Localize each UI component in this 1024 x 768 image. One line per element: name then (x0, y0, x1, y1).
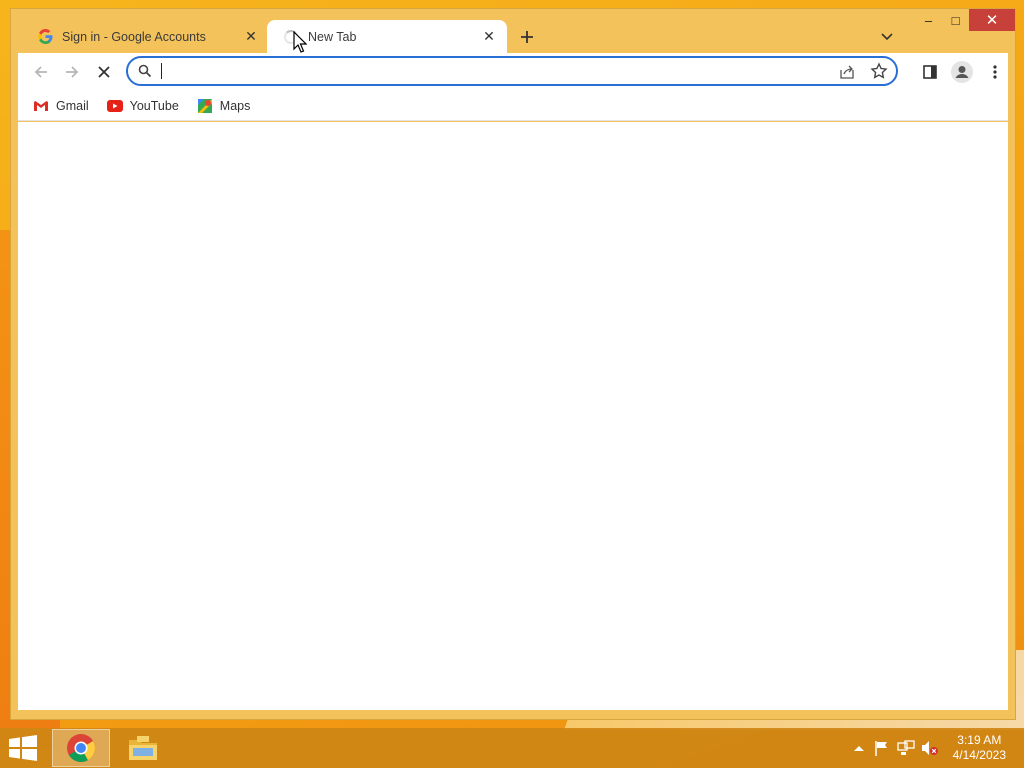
taskbar: 3:19 AM 4/14/2023 (0, 728, 1024, 768)
tab-title: Sign in - Google Accounts (62, 29, 206, 44)
bookmark-label: Maps (219, 98, 251, 113)
tab-sign-in[interactable]: Sign in - Google Accounts ✕ (21, 20, 269, 53)
back-arrow-icon (34, 66, 47, 78)
stop-loading-icon (98, 66, 110, 78)
toolbar (18, 53, 1008, 91)
bookmark-label: YouTube (129, 98, 179, 113)
tab-search-button[interactable] (877, 27, 897, 47)
network-icon[interactable] (897, 740, 915, 756)
chevron-down-icon (881, 33, 893, 41)
system-clock[interactable]: 3:19 AM 4/14/2023 (953, 733, 1006, 763)
windows-logo-icon (9, 735, 37, 761)
side-panel-button[interactable] (917, 59, 943, 85)
address-input[interactable] (160, 61, 820, 81)
kebab-menu-icon (993, 65, 997, 79)
side-panel-icon (923, 65, 937, 79)
bookmark-maps[interactable]: Maps (197, 98, 251, 114)
text-caret (161, 63, 162, 79)
mouse-cursor-icon (293, 30, 308, 53)
taskbar-file-explorer[interactable] (114, 729, 172, 767)
forward-button[interactable] (59, 59, 85, 85)
share-icon[interactable] (838, 63, 856, 81)
stop-button[interactable] (91, 59, 117, 85)
youtube-icon (106, 98, 123, 114)
search-icon (138, 64, 152, 83)
forward-arrow-icon (66, 66, 79, 78)
back-button[interactable] (28, 59, 54, 85)
browser-window: Sign in - Google Accounts ✕ New Tab ✕ – … (10, 8, 1016, 720)
taskbar-chrome[interactable] (52, 729, 110, 767)
maximize-button[interactable]: □ (942, 9, 969, 31)
file-explorer-icon (129, 736, 157, 760)
close-tab-icon[interactable]: ✕ (481, 28, 497, 45)
chevron-up-icon (854, 746, 864, 751)
maps-icon (197, 98, 213, 114)
bookmark-label: Gmail (56, 98, 89, 113)
menu-button[interactable] (982, 59, 1008, 85)
tab-strip: Sign in - Google Accounts ✕ New Tab ✕ – … (11, 9, 1015, 53)
close-window-button[interactable]: ✕ (969, 9, 1015, 31)
close-tab-icon[interactable]: ✕ (243, 28, 259, 45)
chrome-icon (67, 734, 95, 762)
bookmarks-bar: Gmail YouTube Maps (18, 91, 1008, 121)
action-center-icon[interactable] (873, 740, 891, 756)
start-button[interactable] (8, 735, 38, 761)
clock-time: 3:19 AM (957, 733, 1002, 747)
address-bar[interactable] (126, 56, 898, 86)
google-icon (37, 29, 53, 45)
bookmark-star-icon[interactable] (870, 62, 888, 80)
page-content[interactable] (18, 122, 1008, 710)
window-controls: – □ ✕ (915, 9, 1015, 31)
tab-title: New Tab (308, 29, 357, 44)
new-tab-button[interactable] (516, 26, 538, 48)
minimize-button[interactable]: – (915, 9, 942, 31)
show-hidden-icons-button[interactable] (850, 740, 868, 756)
bookmark-youtube[interactable]: YouTube (106, 98, 179, 114)
profile-button[interactable] (949, 59, 975, 85)
volume-muted-icon[interactable] (921, 740, 939, 756)
bookmark-gmail[interactable]: Gmail (33, 98, 89, 114)
clock-date: 4/14/2023 (952, 748, 1006, 762)
profile-avatar-icon (951, 61, 973, 83)
gmail-icon (33, 98, 49, 114)
plus-icon (521, 31, 533, 43)
